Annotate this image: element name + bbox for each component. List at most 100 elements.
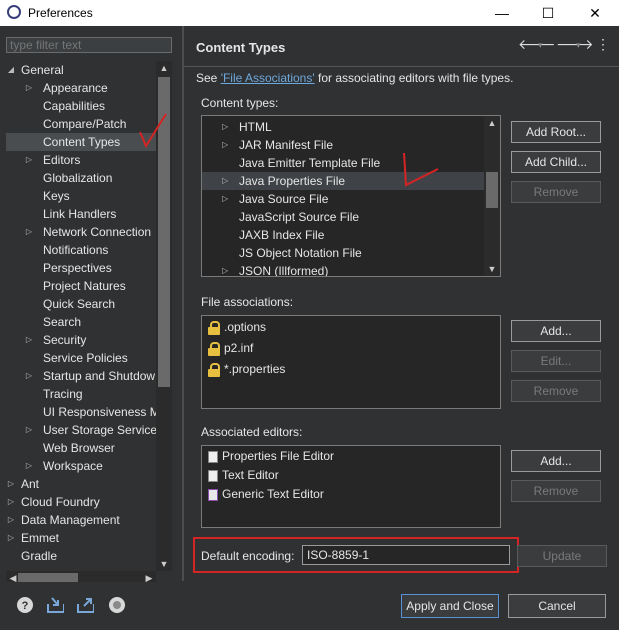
tree-item-label: Editors: [43, 153, 81, 167]
tree-item[interactable]: Web Browser: [6, 439, 156, 457]
scroll-up-icon[interactable]: ▲: [157, 61, 171, 75]
tree-expand-arrow-icon[interactable]: ▷: [24, 367, 34, 385]
associated-editors-list[interactable]: Properties File Editor Text Editor Generic…: [201, 445, 501, 528]
remove-file-association-button[interactable]: Remove: [511, 380, 601, 402]
export-icon[interactable]: [76, 596, 94, 614]
tree-item[interactable]: Quick Search: [6, 295, 156, 313]
tree-expand-arrow-icon[interactable]: ▷: [24, 151, 34, 169]
default-encoding-field[interactable]: ISO-8859-1: [302, 545, 510, 565]
tree-expand-arrow-icon[interactable]: ▷: [6, 493, 16, 511]
content-types-tree[interactable]: ▲ ▼ ▷ HTML ▷ JAR Manifest File Java Emitter …: [201, 115, 501, 277]
minimize-button[interactable]: —: [479, 0, 525, 26]
remove-content-type-button[interactable]: Remove: [511, 181, 601, 203]
tree-item[interactable]: ▷ Emmet: [6, 529, 156, 547]
close-button[interactable]: ✕: [572, 0, 618, 26]
tree-item[interactable]: Search: [6, 313, 156, 331]
associated-editor-item[interactable]: Text Editor: [208, 466, 279, 484]
tree-item-label: Capabilities: [43, 99, 106, 113]
tree-item[interactable]: ▷ Data Management: [6, 511, 156, 529]
tree-item[interactable]: ▷ Editors: [6, 151, 156, 169]
tree-item-label: Content Types: [43, 135, 121, 149]
back-arrow-icon[interactable]: 🡐: [518, 36, 556, 53]
associated-editor-item[interactable]: Generic Text Editor: [208, 485, 324, 503]
file-association-item[interactable]: *.properties: [208, 360, 285, 378]
tree-expand-arrow-icon[interactable]: ▷: [6, 529, 16, 547]
tree-expand-arrow-icon[interactable]: ▷: [24, 457, 34, 475]
tree-item[interactable]: ▷ User Storage Service: [6, 421, 156, 439]
content-type-item[interactable]: ▷ HTML: [202, 118, 484, 136]
content-type-item[interactable]: ▷ JSON (Illformed): [202, 262, 484, 276]
tree-item[interactable]: ▷ Appearance: [6, 79, 156, 97]
ct-scroll-up-icon[interactable]: ▲: [485, 116, 499, 130]
tree-expand-arrow-icon[interactable]: ▷: [222, 118, 228, 136]
tree-expand-arrow-icon[interactable]: ▷: [6, 475, 16, 493]
ct-scroll-down-icon[interactable]: ▼: [485, 262, 499, 276]
tree-item-label: Link Handlers: [43, 207, 117, 221]
ct-scroll-thumb[interactable]: [486, 172, 498, 208]
add-root-button[interactable]: Add Root...: [511, 121, 601, 143]
scroll-down-icon[interactable]: ▼: [157, 557, 171, 571]
add-file-association-button[interactable]: Add...: [511, 320, 601, 342]
content-type-item[interactable]: JavaScript Source File: [202, 208, 484, 226]
content-type-item[interactable]: JAXB Index File: [202, 226, 484, 244]
tree-item[interactable]: Capabilities: [6, 97, 156, 115]
maximize-button[interactable]: ☐: [525, 0, 571, 26]
tree-item[interactable]: Gradle: [6, 547, 156, 565]
apply-and-close-button[interactable]: Apply and Close: [401, 594, 499, 618]
cancel-button[interactable]: Cancel: [508, 594, 606, 618]
remove-editor-button[interactable]: Remove: [511, 480, 601, 502]
tree-item[interactable]: ▷ Workspace: [6, 457, 156, 475]
file-associations-list[interactable]: .options p2.inf *.properties: [201, 315, 501, 409]
tree-item-label: Ant: [21, 477, 40, 491]
file-associations-link[interactable]: 'File Associations': [221, 71, 315, 85]
tree-expand-arrow-icon[interactable]: ▷: [24, 223, 34, 241]
lock-icon: [208, 342, 220, 357]
tree-item[interactable]: Link Handlers: [6, 205, 156, 223]
tree-expand-arrow-icon[interactable]: ▷: [6, 511, 16, 529]
tree-item[interactable]: ▷ Cloud Foundry: [6, 493, 156, 511]
tree-item[interactable]: Perspectives: [6, 259, 156, 277]
tree-expand-arrow-icon[interactable]: ▷: [24, 331, 34, 349]
add-child-button[interactable]: Add Child...: [511, 151, 601, 173]
forward-arrow-icon[interactable]: 🡒: [556, 36, 594, 53]
tree-item[interactable]: Service Policies: [6, 349, 156, 367]
tree-item[interactable]: ▷ Startup and Shutdow: [6, 367, 156, 385]
view-menu-icon[interactable]: ⋮: [596, 36, 610, 53]
tree-expand-arrow-icon[interactable]: ▷: [222, 190, 228, 208]
tree-item[interactable]: Notifications: [6, 241, 156, 259]
tree-item[interactable]: UI Responsiveness M: [6, 403, 156, 421]
update-button[interactable]: Update: [517, 545, 607, 567]
tree-item[interactable]: ▷ Network Connection: [6, 223, 156, 241]
record-icon[interactable]: [108, 596, 126, 614]
tree-expand-arrow-icon[interactable]: ▷: [222, 136, 228, 154]
tree-item[interactable]: Content Types: [6, 133, 156, 151]
associated-editor-item[interactable]: Properties File Editor: [208, 447, 334, 465]
filter-input[interactable]: [6, 37, 172, 53]
content-type-item[interactable]: ▷ Java Source File: [202, 190, 484, 208]
tree-item[interactable]: ▷ Security: [6, 331, 156, 349]
tree-item[interactable]: ▷ Ant: [6, 475, 156, 493]
tree-item[interactable]: Tracing: [6, 385, 156, 403]
tree-collapse-arrow-icon[interactable]: ◢: [6, 61, 16, 79]
tree-item[interactable]: Project Natures: [6, 277, 156, 295]
tree-item[interactable]: ◢ General: [6, 61, 156, 79]
tree-expand-arrow-icon[interactable]: ▷: [222, 262, 228, 276]
forward-menu-chevron-icon[interactable]: ▾: [576, 40, 581, 51]
import-icon[interactable]: [46, 596, 64, 614]
add-editor-button[interactable]: Add...: [511, 450, 601, 472]
file-association-item[interactable]: .options: [208, 318, 266, 336]
tree-expand-arrow-icon[interactable]: ▷: [222, 172, 228, 190]
file-association-item[interactable]: p2.inf: [208, 339, 253, 357]
tree-expand-arrow-icon[interactable]: ▷: [24, 421, 34, 439]
tree-item[interactable]: Globalization: [6, 169, 156, 187]
content-types-scrollbar[interactable]: ▲ ▼: [484, 116, 500, 276]
back-menu-chevron-icon[interactable]: ▾: [538, 40, 543, 51]
tree-item[interactable]: Compare/Patch: [6, 115, 156, 133]
help-icon[interactable]: ?: [16, 596, 34, 614]
tree-expand-arrow-icon[interactable]: ▷: [24, 79, 34, 97]
generic-editor-icon: [208, 488, 218, 501]
tree-item[interactable]: Keys: [6, 187, 156, 205]
edit-file-association-button[interactable]: Edit...: [511, 350, 601, 372]
content-type-item[interactable]: JS Object Notation File: [202, 244, 484, 262]
associated-editor-label: Properties File Editor: [222, 449, 335, 463]
